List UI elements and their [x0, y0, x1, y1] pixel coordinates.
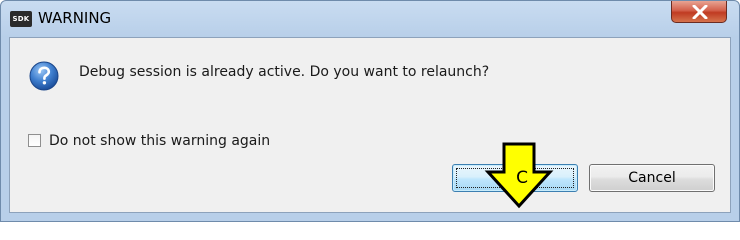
- dont-show-again-checkbox[interactable]: [28, 134, 41, 147]
- dialog-body: Debug session is already active. Do you …: [9, 37, 731, 213]
- cancel-button[interactable]: Cancel: [589, 164, 715, 192]
- window-title: WARNING: [38, 9, 112, 27]
- dialog-message: Debug session is already active. Do you …: [79, 64, 490, 80]
- dont-show-again-label[interactable]: Do not show this warning again: [49, 133, 270, 149]
- close-icon: [692, 5, 708, 19]
- sdk-app-icon: SDK: [10, 11, 32, 27]
- title-bar[interactable]: SDK WARNING: [1, 1, 739, 37]
- warning-dialog-window: SDK WARNING Debug session is already act…: [0, 0, 740, 222]
- annotation-letter: C: [516, 168, 528, 188]
- question-icon: [29, 61, 59, 91]
- cancel-button-label: Cancel: [628, 170, 676, 186]
- close-button[interactable]: [671, 1, 727, 23]
